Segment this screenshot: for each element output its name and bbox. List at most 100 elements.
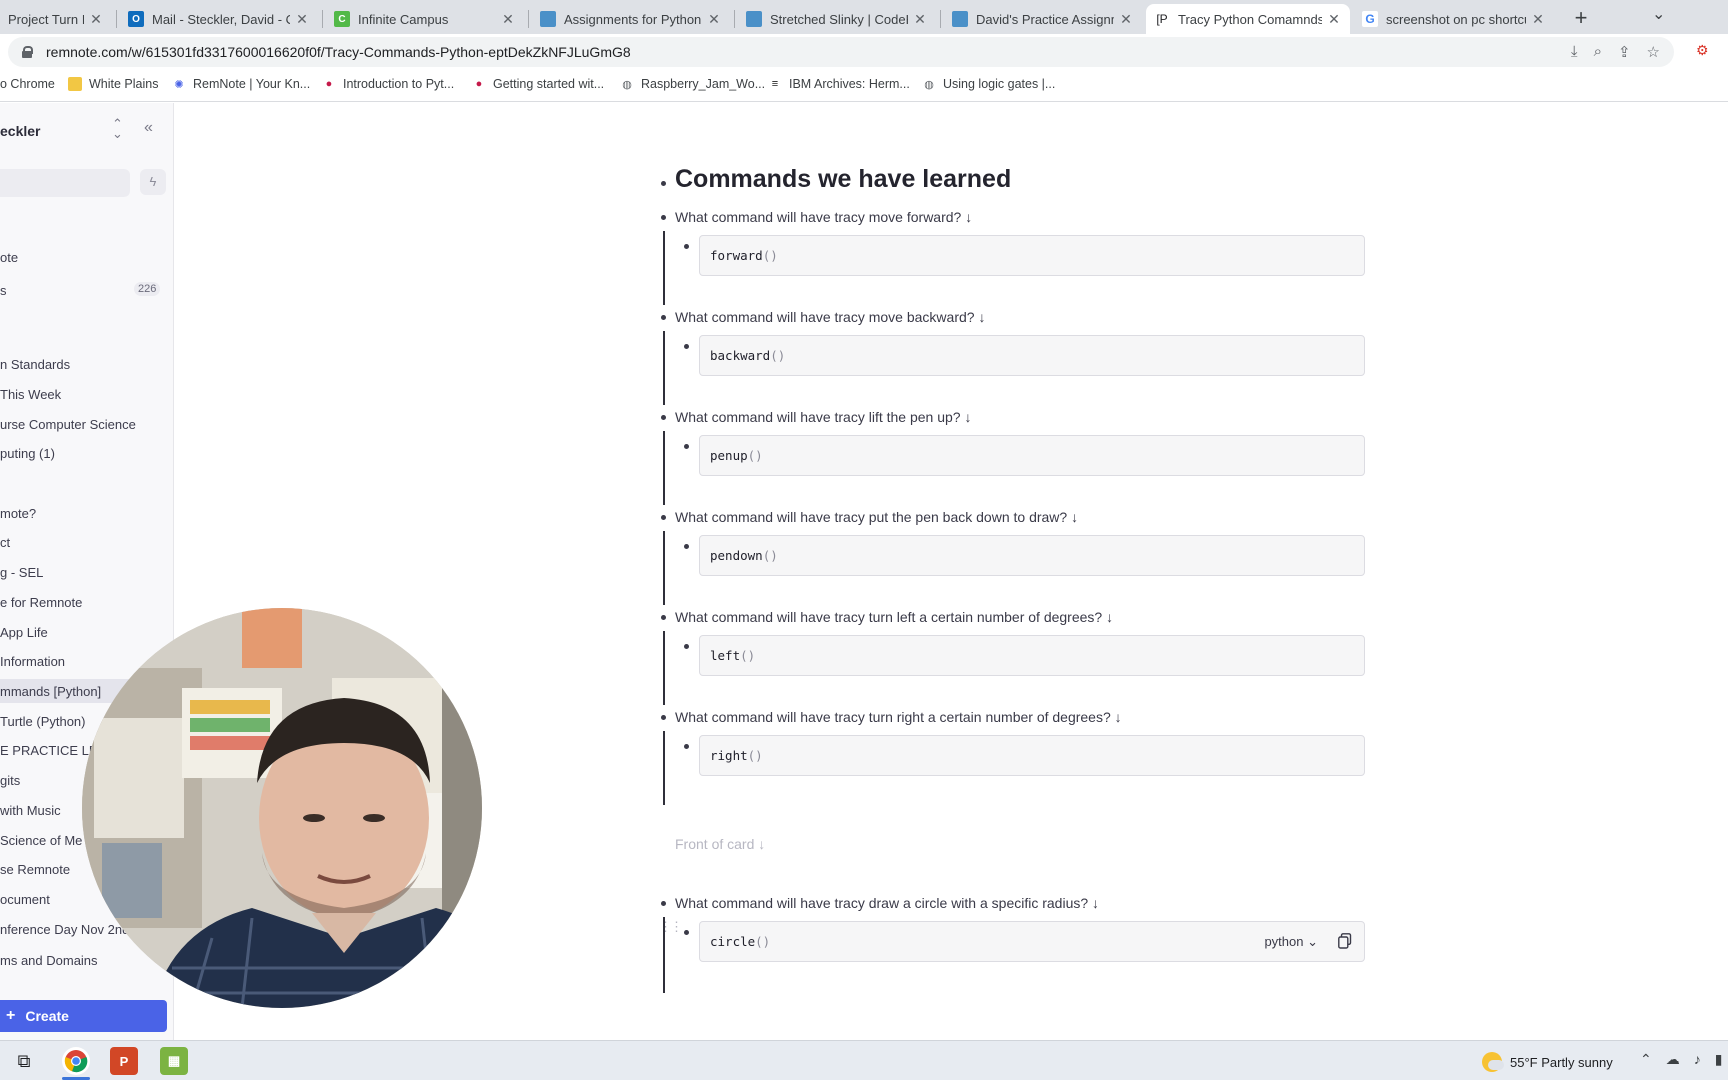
tab-search-chevron-icon[interactable]: ⌄ bbox=[1652, 4, 1665, 24]
sidebar-item-conference-day[interactable]: nference Day Nov 2nd bbox=[0, 922, 129, 937]
switch-workspace-icon[interactable]: ⌃ ⌄ bbox=[112, 117, 123, 140]
indent-line[interactable] bbox=[663, 331, 665, 405]
bullet[interactable] bbox=[684, 644, 689, 649]
close-icon[interactable]: ✕ bbox=[88, 11, 104, 28]
sidebar-item-home[interactable]: ote bbox=[0, 250, 18, 265]
sidebar-search-input[interactable] bbox=[0, 169, 130, 197]
indent-line[interactable] bbox=[663, 917, 665, 993]
sidebar-item-remnote-question[interactable]: mote? bbox=[0, 506, 36, 521]
code-block-active[interactable]: circle() python ⌄ bbox=[699, 921, 1365, 962]
tab-infinite-campus[interactable]: C Infinite Campus ✕ bbox=[326, 4, 524, 34]
card-question[interactable]: What command will have tracy turn right … bbox=[675, 709, 1122, 725]
bullet[interactable] bbox=[661, 415, 666, 420]
task-view-icon[interactable]: ⧉ bbox=[10, 1047, 38, 1075]
sidebar-item-with-music[interactable]: with Music bbox=[0, 803, 61, 818]
bullet[interactable] bbox=[684, 930, 689, 935]
bookmark-chrome[interactable]: o Chrome bbox=[0, 77, 55, 91]
sidebar-item-computing[interactable]: puting (1) bbox=[0, 446, 55, 461]
sidebar-item-terms-domains[interactable]: ms and Domains bbox=[0, 953, 98, 968]
zoom-icon[interactable]: ⌕ bbox=[1594, 43, 1602, 61]
page-title[interactable]: Commands we have learned bbox=[675, 165, 1011, 194]
indent-line[interactable] bbox=[663, 231, 665, 305]
code-block[interactable]: pendown() bbox=[699, 535, 1365, 576]
card-question[interactable]: What command will have tracy move forwar… bbox=[675, 209, 972, 225]
bullet[interactable] bbox=[684, 444, 689, 449]
workspace-user-name[interactable]: eckler bbox=[0, 123, 40, 139]
bullet[interactable] bbox=[684, 244, 689, 249]
close-icon[interactable]: ✕ bbox=[706, 11, 722, 28]
bookmark-remnote[interactable]: ✺ RemNote | Your Kn... bbox=[172, 77, 310, 91]
sidebar-item-document[interactable]: ocument bbox=[0, 892, 50, 907]
bookmark-getting-started[interactable]: ● Getting started wit... bbox=[472, 77, 605, 91]
create-button[interactable]: + Create bbox=[0, 1000, 167, 1032]
extension-icon[interactable]: ⚙ bbox=[1696, 42, 1718, 62]
code-block[interactable]: penup() bbox=[699, 435, 1365, 476]
close-icon[interactable]: ✕ bbox=[1118, 11, 1134, 28]
sidebar-item-information[interactable]: Information bbox=[0, 654, 65, 669]
collapse-sidebar-icon[interactable]: « bbox=[144, 119, 153, 137]
code-block[interactable]: backward() bbox=[699, 335, 1365, 376]
url-text[interactable]: remnote.com/w/615301fd3317600016620f0f/T… bbox=[46, 44, 631, 60]
tab-mail[interactable]: O Mail - Steckler, David - Out ✕ bbox=[120, 4, 318, 34]
card-question[interactable]: What command will have tracy lift the pe… bbox=[675, 409, 971, 425]
bullet[interactable] bbox=[661, 215, 666, 220]
chrome-icon[interactable] bbox=[62, 1047, 90, 1075]
bookmark-white-plains[interactable]: White Plains bbox=[68, 77, 158, 91]
sidebar-item-course-cs[interactable]: urse Computer Science bbox=[0, 417, 136, 432]
bullet[interactable] bbox=[684, 544, 689, 549]
bullet[interactable] bbox=[661, 615, 666, 620]
weather-widget[interactable]: 55°F Partly sunny bbox=[1482, 1052, 1613, 1072]
indent-line[interactable] bbox=[663, 731, 665, 805]
bullet[interactable] bbox=[661, 715, 666, 720]
cloud-icon[interactable]: ☁ bbox=[1666, 1051, 1680, 1068]
bullet[interactable] bbox=[661, 181, 666, 186]
bookmark-ibm-archives[interactable]: ≡ IBM Archives: Herm... bbox=[768, 77, 910, 91]
card-question[interactable]: What command will have tracy turn left a… bbox=[675, 609, 1113, 625]
address-bar[interactable]: remnote.com/w/615301fd3317600016620f0f/T… bbox=[8, 37, 1674, 67]
tab-davids-practice[interactable]: David's Practice Assignmen ✕ bbox=[944, 4, 1142, 34]
code-block[interactable]: forward() bbox=[699, 235, 1365, 276]
bullet[interactable] bbox=[684, 744, 689, 749]
bullet[interactable] bbox=[661, 901, 666, 906]
close-icon[interactable]: ✕ bbox=[500, 11, 516, 28]
tab-project-turn-in[interactable]: Project Turn IN (P ✕ bbox=[0, 4, 112, 34]
bookmark-raspberry-jam[interactable]: ◍ Raspberry_Jam_Wo... bbox=[620, 77, 765, 91]
indent-line[interactable] bbox=[663, 531, 665, 605]
lock-icon[interactable] bbox=[22, 46, 33, 58]
bookmark-logic-gates[interactable]: ◍ Using logic gates |... bbox=[922, 77, 1055, 91]
code-block[interactable]: left() bbox=[699, 635, 1365, 676]
share-icon[interactable]: ⇪ bbox=[1618, 43, 1631, 61]
tab-screenshot-shortcut[interactable]: G screenshot on pc shortcut ✕ bbox=[1354, 4, 1554, 34]
sidebar-item-turtle-python[interactable]: Turtle (Python) bbox=[0, 714, 86, 729]
speaker-icon[interactable]: ♪ bbox=[1694, 1051, 1701, 1068]
sidebar-item-science-of-me[interactable]: Science of Me bbox=[0, 833, 82, 848]
sidebar-item-app-life[interactable]: App Life bbox=[0, 625, 48, 640]
card-question[interactable]: What command will have tracy move backwa… bbox=[675, 309, 985, 325]
card-question[interactable]: What command will have tracy draw a circ… bbox=[675, 895, 1099, 911]
install-icon[interactable]: ⤓ bbox=[1571, 43, 1578, 61]
tray-chevron-up-icon[interactable]: ⌃ bbox=[1640, 1051, 1652, 1068]
bullet[interactable] bbox=[661, 315, 666, 320]
card-question[interactable]: What command will have tracy put the pen… bbox=[675, 509, 1078, 525]
screen-recorder-icon[interactable]: ▦ bbox=[160, 1047, 188, 1075]
tab-stretched-slinky[interactable]: Stretched Slinky | CodeHS ✕ bbox=[738, 4, 936, 34]
front-of-card-placeholder[interactable]: Front of card ↓ bbox=[675, 836, 765, 852]
sidebar-item-project[interactable]: ct bbox=[0, 535, 10, 550]
close-icon[interactable]: ✕ bbox=[912, 11, 928, 28]
copy-icon[interactable] bbox=[1338, 933, 1352, 949]
sidebar-item-sel[interactable]: g - SEL bbox=[0, 565, 43, 580]
sidebar-item-digits[interactable]: gits bbox=[0, 773, 20, 788]
sidebar-item-this-week[interactable]: This Week bbox=[0, 387, 61, 402]
bullet[interactable] bbox=[661, 515, 666, 520]
bookmark-star-icon[interactable]: ☆ bbox=[1647, 43, 1660, 61]
tab-assignments-python[interactable]: Assignments for Python - ( ✕ bbox=[532, 4, 730, 34]
tab-tracy-python-commands[interactable]: [P Tracy Python Comamnds ✕ bbox=[1146, 4, 1350, 34]
bookmark-intro-python[interactable]: ● Introduction to Pyt... bbox=[322, 77, 455, 91]
indent-line[interactable] bbox=[663, 631, 665, 705]
sidebar-item-standards[interactable]: n Standards bbox=[0, 357, 70, 372]
sidebar-item-use-remnote[interactable]: se Remnote bbox=[0, 862, 70, 877]
microphone-icon[interactable]: ▮ bbox=[1715, 1051, 1723, 1068]
close-icon[interactable]: ✕ bbox=[294, 11, 310, 28]
quick-action-bolt-icon[interactable]: ϟ bbox=[140, 169, 166, 195]
indent-line[interactable] bbox=[663, 431, 665, 505]
